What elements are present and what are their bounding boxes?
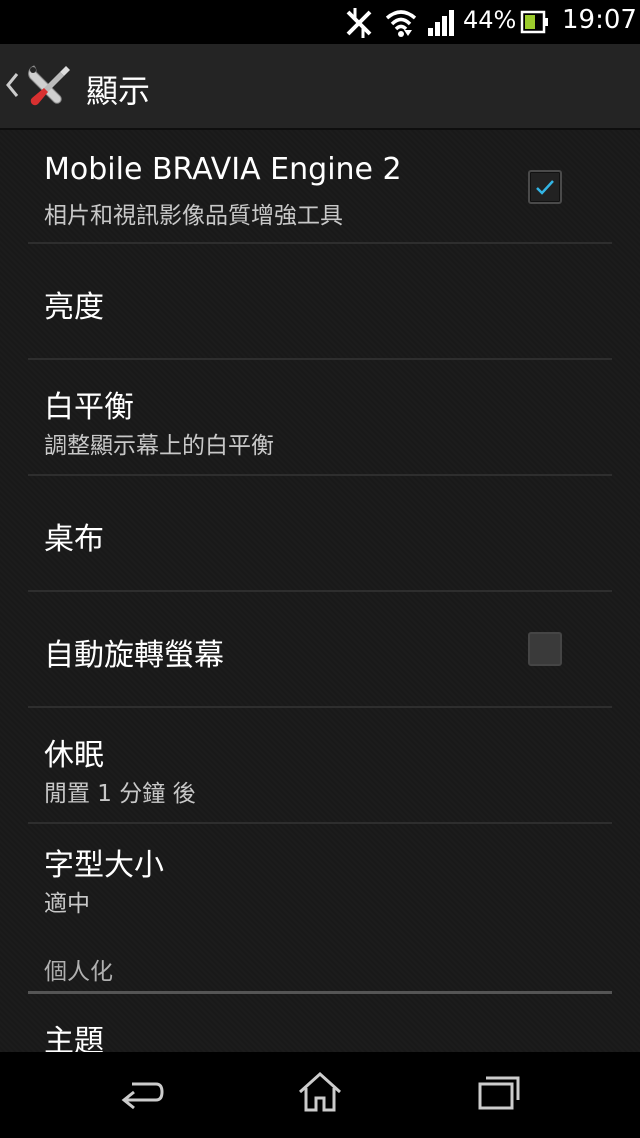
- tools-icon: [24, 60, 76, 116]
- pref-auto-rotate[interactable]: 自動旋轉螢幕: [0, 594, 640, 708]
- home-icon[interactable]: [296, 1070, 344, 1120]
- navigation-bar: [0, 1052, 640, 1138]
- pref-font-size[interactable]: 字型大小 適中: [0, 826, 640, 936]
- pref-title: Mobile BRAVIA Engine 2: [44, 152, 402, 187]
- settings-screen: 44% 19:07 顯示 Mobile BRAVIA Engine 2 相片和視…: [0, 0, 640, 1138]
- battery-icon: [520, 0, 550, 48]
- recent-apps-icon[interactable]: [474, 1070, 522, 1120]
- pref-sleep[interactable]: 休眠 閒置 1 分鐘 後: [0, 710, 640, 824]
- status-bar: 44% 19:07: [0, 0, 640, 44]
- pref-title: 休眠: [44, 738, 104, 773]
- pref-title: 桌布: [44, 522, 104, 557]
- pref-summary: 適中: [44, 891, 90, 917]
- status-time: 19:07: [562, 5, 637, 35]
- divider: [28, 706, 612, 708]
- battery-percent: 44%: [463, 6, 517, 34]
- auto-rotate-checkbox[interactable]: [528, 632, 562, 666]
- pref-summary: 閒置 1 分鐘 後: [44, 781, 196, 807]
- pref-theme[interactable]: 主題: [0, 996, 640, 1052]
- pref-wallpaper[interactable]: 桌布: [0, 478, 640, 592]
- pref-brightness[interactable]: 亮度: [0, 246, 640, 360]
- pref-title: 亮度: [44, 290, 104, 325]
- category-header: 個人化: [44, 959, 113, 985]
- bravia-checkbox[interactable]: [528, 170, 562, 204]
- pref-title: 自動旋轉螢幕: [44, 638, 224, 673]
- pref-title: 字型大小: [44, 848, 164, 883]
- category-divider: [28, 991, 612, 994]
- preference-list[interactable]: Mobile BRAVIA Engine 2 相片和視訊影像品質增強工具 亮度 …: [0, 130, 640, 1052]
- wifi-icon: [384, 0, 418, 48]
- pref-white-balance[interactable]: 白平衡 調整顯示幕上的白平衡: [0, 362, 640, 476]
- divider: [28, 822, 612, 824]
- pref-summary: 相片和視訊影像品質增強工具: [44, 203, 343, 229]
- back-icon[interactable]: [118, 1070, 166, 1120]
- divider: [28, 358, 612, 360]
- signal-icon: [426, 0, 458, 48]
- pref-title: 白平衡: [44, 390, 134, 425]
- divider: [28, 590, 612, 592]
- nfc-off-icon: [342, 0, 376, 48]
- back-chevron-icon[interactable]: [4, 70, 20, 104]
- action-bar[interactable]: 顯示: [0, 44, 640, 130]
- divider: [28, 242, 612, 244]
- pref-mobile-bravia-engine[interactable]: Mobile BRAVIA Engine 2 相片和視訊影像品質增強工具: [0, 130, 640, 244]
- page-title: 顯示: [86, 72, 151, 110]
- checkmark-icon: [536, 180, 554, 195]
- divider: [28, 474, 612, 476]
- pref-title: 主題: [44, 1024, 104, 1052]
- pref-summary: 調整顯示幕上的白平衡: [44, 433, 274, 459]
